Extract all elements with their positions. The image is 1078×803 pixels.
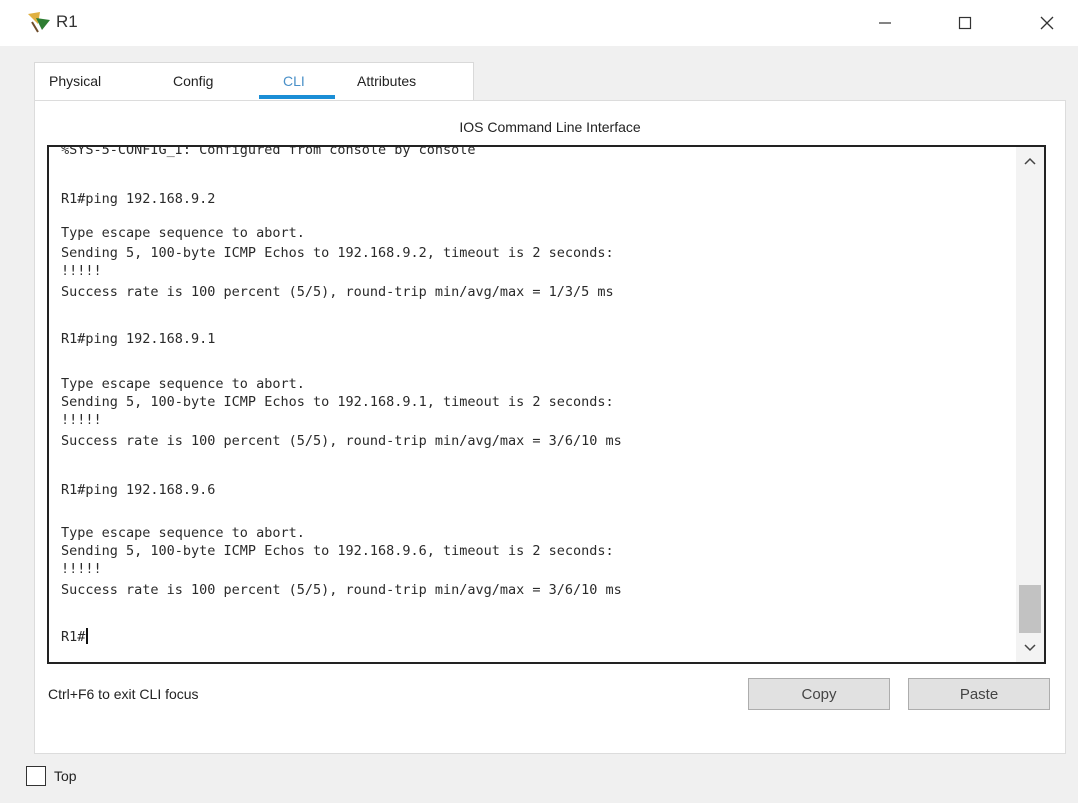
close-icon <box>1040 16 1054 30</box>
window-title: R1 <box>56 12 78 31</box>
terminal-line: R1#ping 192.168.9.6 <box>61 482 216 498</box>
top-checkbox[interactable] <box>26 766 46 786</box>
terminal-line: !!!!! <box>61 561 102 577</box>
exit-focus-hint: Ctrl+F6 to exit CLI focus <box>48 686 199 702</box>
maximize-button[interactable] <box>938 0 992 46</box>
chevron-down-icon <box>1024 644 1036 652</box>
terminal-line: R1#ping 192.168.9.2 <box>61 191 216 207</box>
terminal-line: !!!!! <box>61 412 102 428</box>
tab-cli[interactable]: CLI <box>283 73 305 89</box>
minimize-button[interactable] <box>858 0 912 46</box>
scroll-down-button[interactable] <box>1016 634 1044 662</box>
terminal-line: %SYS-5-CONFIG_I: Configured from console… <box>61 145 476 158</box>
terminal-line: Sending 5, 100-byte ICMP Echos to 192.16… <box>61 245 614 261</box>
terminal-line: Type escape sequence to abort. <box>61 525 305 541</box>
scroll-up-button[interactable] <box>1016 147 1044 175</box>
paste-button[interactable]: Paste <box>908 678 1050 710</box>
maximize-icon <box>958 16 972 30</box>
terminal-line: Success rate is 100 percent (5/5), round… <box>61 433 622 449</box>
terminal-line: Sending 5, 100-byte ICMP Echos to 192.16… <box>61 543 614 559</box>
chevron-up-icon <box>1024 157 1036 165</box>
cli-header: IOS Command Line Interface <box>459 119 641 135</box>
terminal-line: Type escape sequence to abort. <box>61 376 305 392</box>
terminal-line: Success rate is 100 percent (5/5), round… <box>61 582 622 598</box>
title-bar: R1 <box>0 0 1078 46</box>
terminal-line: Sending 5, 100-byte ICMP Echos to 192.16… <box>61 394 614 410</box>
terminal-line: R1#ping 192.168.9.1 <box>61 331 216 347</box>
tab-attributes[interactable]: Attributes <box>357 73 416 89</box>
scroll-thumb[interactable] <box>1019 585 1041 633</box>
tab-physical[interactable]: Physical <box>49 73 101 89</box>
vertical-scrollbar[interactable] <box>1016 147 1044 662</box>
cli-terminal[interactable]: %SYS-5-CONFIG_I: Configured from console… <box>47 145 1046 664</box>
terminal-line: Success rate is 100 percent (5/5), round… <box>61 284 614 300</box>
tab-strip: Physical Config CLI Attributes <box>34 62 474 101</box>
tab-config[interactable]: Config <box>173 73 213 89</box>
close-button[interactable] <box>1020 0 1074 46</box>
terminal-line: Type escape sequence to abort. <box>61 225 305 241</box>
copy-button[interactable]: Copy <box>748 678 890 710</box>
minimize-icon <box>879 22 891 24</box>
terminal-line: !!!!! <box>61 263 102 279</box>
text-cursor <box>86 628 89 644</box>
terminal-line: R1# <box>61 628 89 646</box>
top-checkbox-label: Top <box>54 768 77 784</box>
active-tab-indicator <box>259 95 335 99</box>
router-icon <box>28 12 50 33</box>
